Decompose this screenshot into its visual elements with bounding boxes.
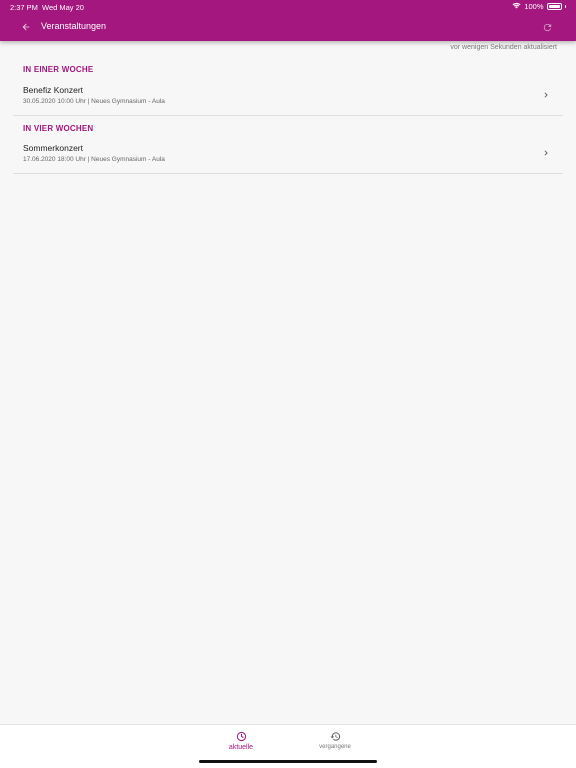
clock-icon — [236, 731, 246, 742]
section-header-week: IN EINER WOCHE — [23, 65, 94, 74]
event-details: 17.06.2020 18:00 Uhr | Neues Gymnasium -… — [23, 156, 165, 163]
status-indicators: 100% — [512, 2, 566, 11]
chevron-right-icon — [544, 92, 548, 98]
chevron-right-icon — [544, 150, 548, 156]
status-bar: 2:37 PM Wed May 20 100% — [0, 0, 576, 14]
event-title: Benefiz Konzert — [23, 85, 84, 95]
event-title: Sommerkonzert — [23, 143, 83, 153]
last-updated-note: vor wenigen Sekunden aktualisiert — [450, 44, 557, 51]
refresh-icon — [543, 23, 551, 31]
battery-tip — [564, 5, 566, 8]
arrow-left-icon — [22, 23, 30, 31]
app-bar: 2:37 PM Wed May 20 100% Veranstaltungen — [0, 0, 576, 41]
tab-vergangene[interactable]: vergangene — [305, 731, 365, 755]
tab-label: aktuelle — [228, 744, 254, 751]
status-time: 2:37 PM — [10, 3, 38, 12]
wifi-icon — [512, 2, 521, 11]
event-row-benefiz-konzert[interactable]: Benefiz Konzert 30.05.2020 10:00 Uhr | N… — [13, 81, 563, 116]
tab-aktuelle[interactable]: aktuelle — [211, 731, 271, 755]
home-indicator[interactable] — [199, 760, 377, 763]
refresh-button[interactable] — [540, 20, 554, 34]
section-header-four-weeks: IN VIER WOCHEN — [23, 124, 94, 133]
history-icon — [329, 732, 340, 741]
tab-label: vergangene — [319, 744, 351, 750]
battery-icon — [546, 3, 562, 10]
status-date: Wed May 20 — [42, 3, 84, 12]
battery-percent: 100% — [524, 2, 544, 11]
back-button[interactable] — [18, 20, 34, 34]
page-title: Veranstaltungen — [41, 21, 107, 31]
event-details: 30.05.2020 10:00 Uhr | Neues Gymnasium -… — [23, 98, 165, 105]
event-row-sommerkonzert[interactable]: Sommerkonzert 17.06.2020 18:00 Uhr | Neu… — [13, 139, 563, 174]
